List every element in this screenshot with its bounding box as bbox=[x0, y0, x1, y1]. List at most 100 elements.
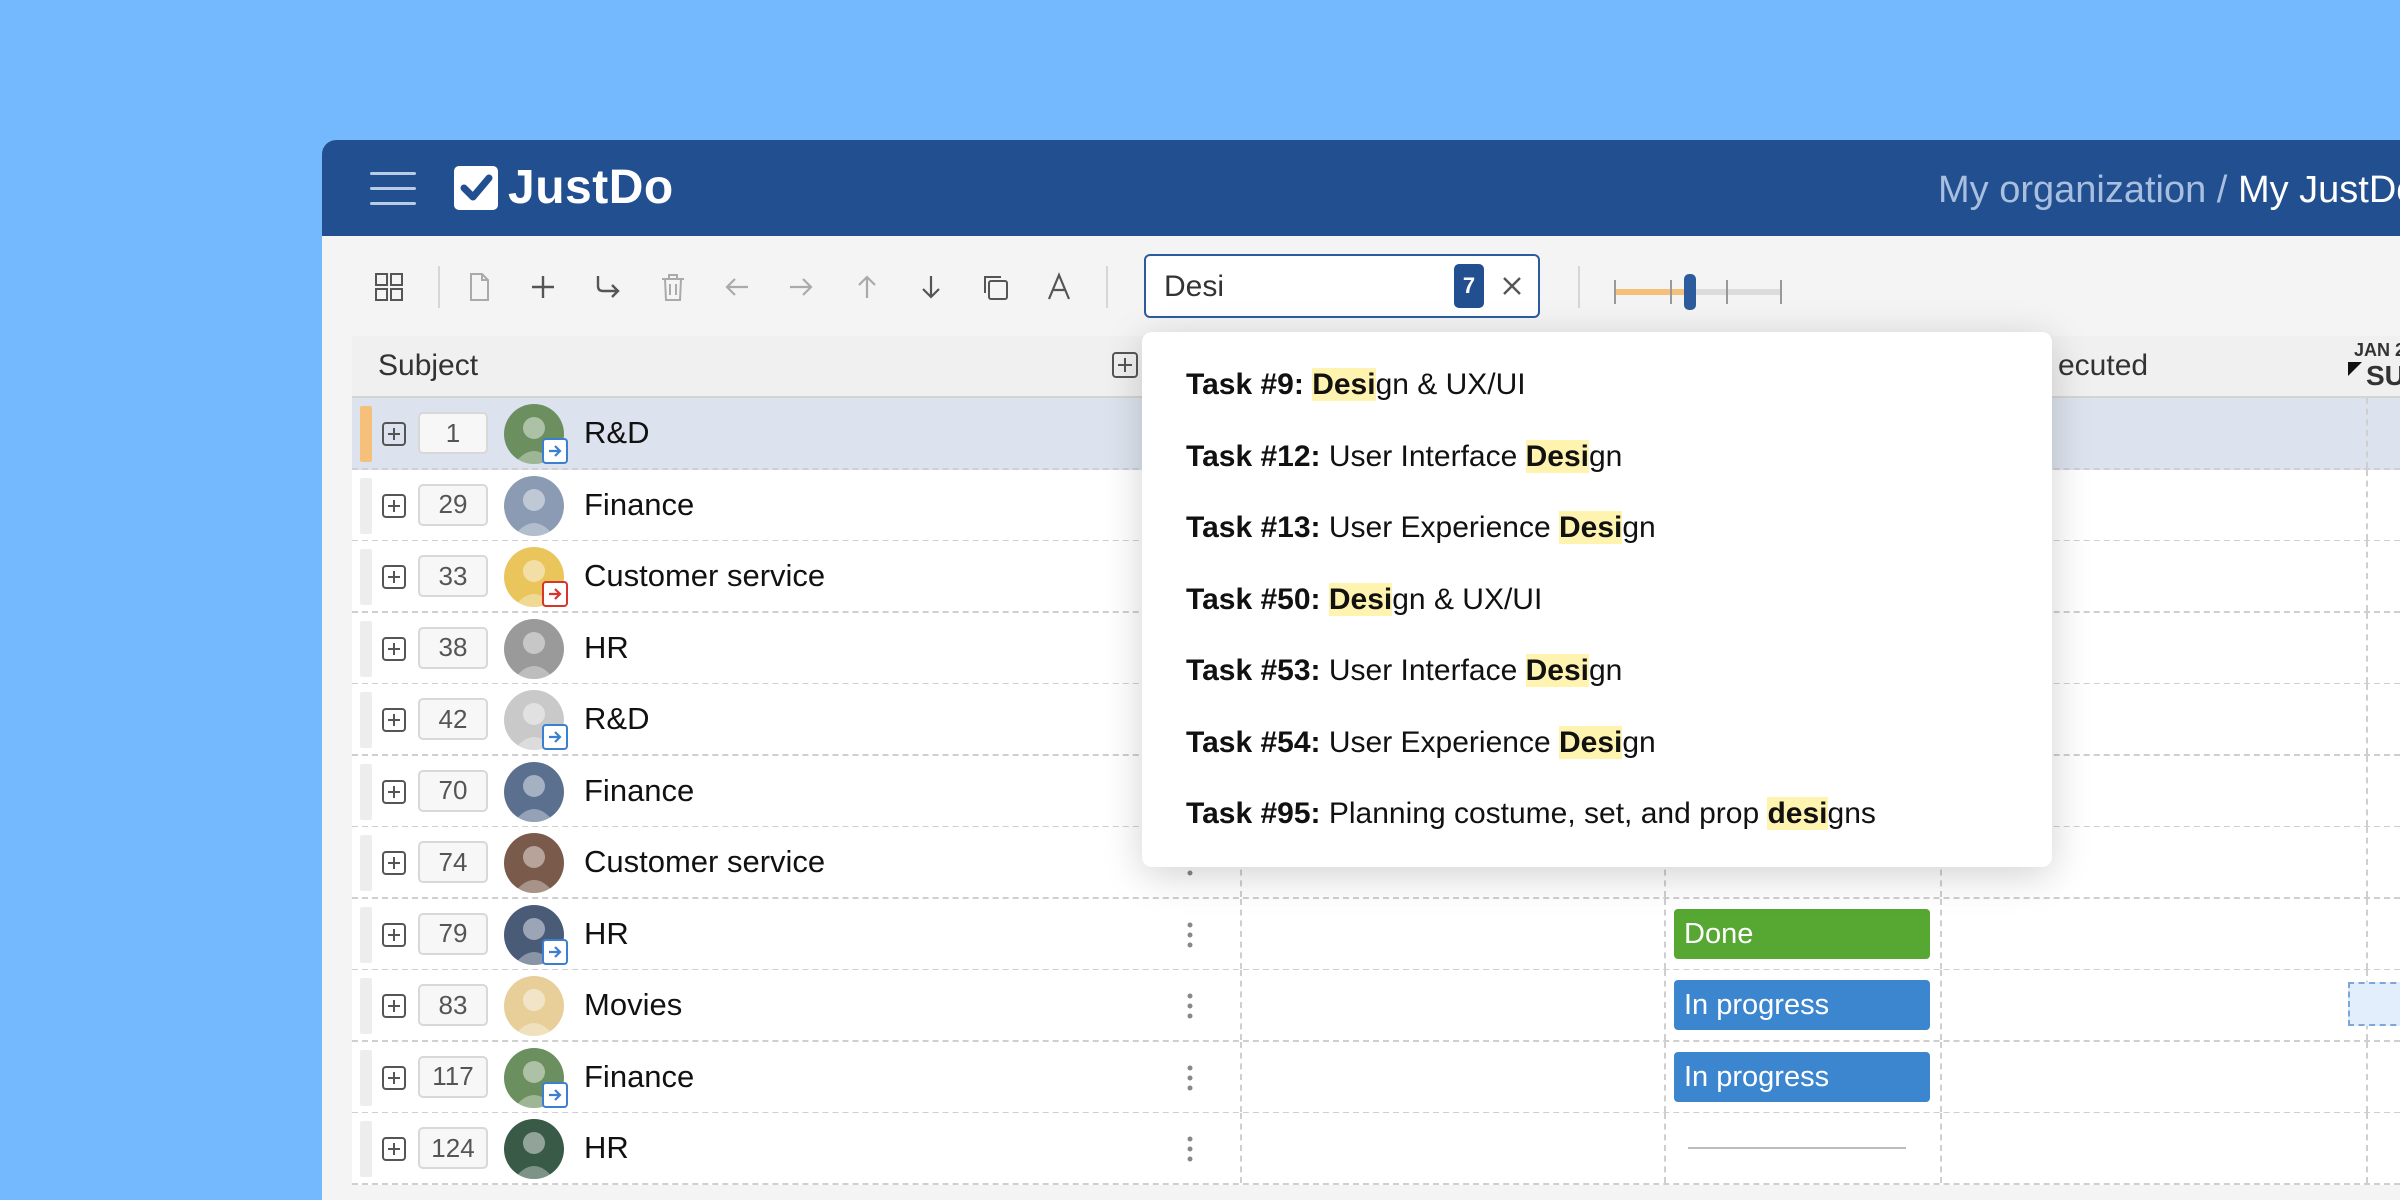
task-seq-id[interactable]: 42 bbox=[418, 698, 488, 740]
table-row[interactable]: 79 HR Done bbox=[352, 898, 2400, 971]
task-subject[interactable]: Finance bbox=[584, 1058, 694, 1096]
column-executed[interactable]: ecuted bbox=[2058, 348, 2148, 384]
zoom-slider[interactable] bbox=[1614, 274, 1782, 310]
add-column-icon[interactable] bbox=[1112, 352, 1138, 378]
row-menu-icon[interactable] bbox=[1186, 1064, 1194, 1092]
search-result-item[interactable]: Task #9: Design & UX/UI bbox=[1186, 366, 1526, 404]
result-text-after: gn bbox=[1622, 725, 1656, 759]
task-seq-id[interactable]: 38 bbox=[418, 626, 488, 669]
task-subject[interactable]: Customer service bbox=[584, 843, 825, 881]
menu-icon[interactable] bbox=[370, 170, 416, 206]
arrow-up-icon[interactable] bbox=[850, 270, 884, 304]
avatar[interactable] bbox=[504, 618, 564, 679]
row-marker bbox=[360, 1049, 372, 1106]
search-result-item[interactable]: Task #12: User Interface Design bbox=[1186, 438, 1622, 476]
arrow-right-icon[interactable] bbox=[784, 270, 818, 304]
task-seq-id[interactable]: 79 bbox=[418, 912, 488, 955]
calendar-cell[interactable] bbox=[2348, 982, 2400, 1026]
task-subject[interactable]: Customer service bbox=[584, 557, 825, 595]
table-row[interactable]: 83 Movies In progress bbox=[352, 970, 2400, 1042]
expand-icon[interactable] bbox=[382, 922, 406, 947]
task-subject[interactable]: HR bbox=[584, 1129, 629, 1167]
task-seq-id[interactable]: 124 bbox=[418, 1127, 488, 1169]
expand-icon[interactable] bbox=[382, 493, 406, 518]
result-match: Desi bbox=[1525, 439, 1589, 473]
date-month: JAN 2 bbox=[2354, 340, 2400, 360]
text-format-icon[interactable] bbox=[1042, 270, 1076, 304]
search-result-item[interactable]: Task #50: Design & UX/UI bbox=[1186, 581, 1542, 619]
row-menu-icon[interactable] bbox=[1186, 1135, 1194, 1163]
date-header: JAN 2 SU bbox=[2346, 336, 2400, 396]
avatar[interactable] bbox=[504, 1119, 564, 1179]
search-result-item[interactable]: Task #54: User Experience Design bbox=[1186, 724, 1656, 762]
search-result-item[interactable]: Task #13: User Experience Design bbox=[1186, 509, 1656, 547]
arrow-left-icon[interactable] bbox=[720, 270, 754, 304]
logo-check-icon bbox=[454, 166, 498, 210]
task-subject[interactable]: R&D bbox=[584, 414, 649, 452]
avatar[interactable] bbox=[504, 761, 564, 822]
task-subject[interactable]: Finance bbox=[584, 486, 694, 524]
status-badge[interactable]: In progress bbox=[1674, 1051, 1930, 1102]
add-task-icon[interactable] bbox=[526, 270, 560, 304]
result-text-after: gn & UX/UI bbox=[1392, 582, 1543, 616]
task-seq-id[interactable]: 70 bbox=[418, 769, 488, 812]
new-file-icon[interactable] bbox=[462, 270, 496, 304]
expand-icon[interactable] bbox=[382, 851, 406, 875]
status-badge[interactable]: Done bbox=[1674, 908, 1930, 959]
task-subject[interactable]: Finance bbox=[584, 772, 694, 810]
table-row[interactable]: 124 HR bbox=[352, 1113, 2400, 1185]
avatar[interactable] bbox=[504, 833, 564, 893]
delegate-icon bbox=[542, 938, 568, 965]
status-badge[interactable]: In progress bbox=[1674, 980, 1930, 1030]
status-empty[interactable] bbox=[1688, 1147, 1906, 1149]
top-bar: JustDo My organization / My JustDo bbox=[322, 140, 2400, 236]
expand-icon[interactable] bbox=[382, 1137, 406, 1161]
breadcrumb-current[interactable]: My JustDo bbox=[2238, 169, 2400, 211]
expand-icon[interactable] bbox=[382, 779, 406, 804]
result-text-before: Planning costume, set, and prop bbox=[1320, 797, 1768, 830]
expand-icon[interactable] bbox=[382, 994, 406, 1018]
arrow-down-icon[interactable] bbox=[914, 270, 948, 304]
search-result-item[interactable]: Task #95: Planning costume, set, and pro… bbox=[1186, 795, 1876, 833]
expand-icon[interactable] bbox=[382, 1065, 406, 1090]
column-subject[interactable]: Subject bbox=[378, 348, 478, 384]
task-seq-id[interactable]: 33 bbox=[418, 555, 488, 597]
expand-icon[interactable] bbox=[382, 422, 406, 446]
result-task-id: Task #50: bbox=[1186, 582, 1321, 616]
row-marker bbox=[360, 620, 372, 677]
breadcrumb-org[interactable]: My organization / bbox=[1938, 169, 2227, 211]
search-input[interactable] bbox=[1162, 264, 1446, 310]
row-marker bbox=[360, 906, 372, 963]
expand-icon[interactable] bbox=[382, 565, 406, 589]
row-marker bbox=[360, 835, 372, 891]
duplicate-icon[interactable] bbox=[978, 270, 1012, 304]
avatar[interactable] bbox=[504, 475, 564, 536]
task-subject[interactable]: HR bbox=[584, 915, 629, 953]
search-result-item[interactable]: Task #53: User Interface Design bbox=[1186, 652, 1622, 690]
row-marker bbox=[360, 692, 372, 748]
row-marker bbox=[360, 406, 372, 462]
task-seq-id[interactable]: 1 bbox=[418, 412, 488, 454]
zoom-slider-knob[interactable] bbox=[1683, 274, 1696, 310]
table-row[interactable]: 117 Finance In progress bbox=[352, 1041, 2400, 1114]
task-seq-id[interactable]: 117 bbox=[418, 1055, 488, 1098]
task-seq-id[interactable]: 74 bbox=[418, 841, 488, 883]
row-menu-icon[interactable] bbox=[1186, 921, 1194, 949]
grid-view-icon[interactable] bbox=[372, 270, 406, 304]
expand-icon[interactable] bbox=[382, 708, 406, 732]
result-task-id: Task #54: bbox=[1186, 725, 1321, 759]
result-text-before: User Interface bbox=[1320, 654, 1526, 687]
task-subject[interactable]: R&D bbox=[584, 700, 649, 738]
expand-icon[interactable] bbox=[382, 636, 406, 661]
clear-search-icon[interactable] bbox=[1496, 270, 1528, 302]
add-subtask-icon[interactable] bbox=[590, 270, 624, 304]
delegate-icon bbox=[542, 438, 568, 464]
task-subject[interactable]: HR bbox=[584, 629, 629, 667]
trash-icon[interactable] bbox=[656, 270, 690, 304]
task-seq-id[interactable]: 29 bbox=[418, 483, 488, 526]
task-subject[interactable]: Movies bbox=[584, 986, 682, 1024]
avatar[interactable] bbox=[504, 976, 564, 1036]
task-seq-id[interactable]: 83 bbox=[418, 984, 488, 1026]
row-menu-icon[interactable] bbox=[1186, 992, 1194, 1020]
result-match: Desi bbox=[1525, 654, 1589, 687]
